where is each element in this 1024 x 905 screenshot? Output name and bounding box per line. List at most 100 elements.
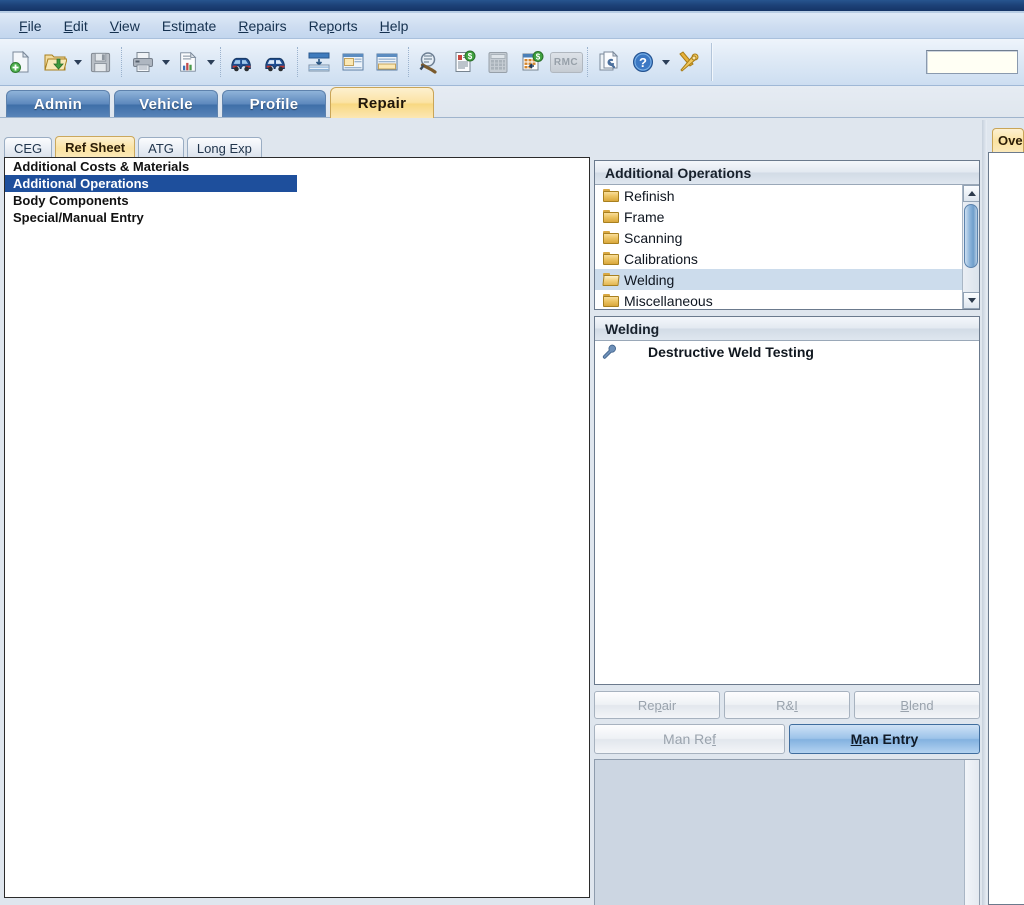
toolbar-separator — [121, 47, 122, 77]
scroll-down-arrow-icon[interactable] — [963, 292, 979, 309]
search-input[interactable] — [926, 50, 1018, 74]
layout-bottom-icon[interactable] — [370, 44, 404, 80]
print-dropdown-arrow[interactable] — [160, 44, 171, 80]
menu-item-repairs[interactable]: Repairs — [227, 16, 297, 36]
folder-icon — [603, 294, 619, 307]
detail-pane-scrollbar[interactable] — [964, 760, 979, 905]
toolbar-separator — [297, 47, 298, 77]
button-man-ref: Man Re f — [594, 724, 785, 754]
operation-item-label: Welding — [624, 271, 675, 288]
welding-panel: Welding Destructive Weld Testing — [594, 316, 980, 685]
menu-bar: File Edit View Estimate Repairs Reports Help — [0, 13, 1024, 39]
application-window: File Edit View Estimate Repairs Reports Help — [0, 0, 1024, 905]
toolbar-separator — [220, 47, 221, 77]
menu-item-edit[interactable]: Edit — [53, 16, 99, 36]
documents-icon[interactable] — [592, 44, 626, 80]
folder-icon — [603, 231, 619, 244]
menu-item-file[interactable]: File — [8, 16, 53, 36]
toolbar-search-container — [926, 49, 1022, 75]
folder-icon — [603, 189, 619, 202]
tab-profile[interactable]: Profile — [222, 90, 326, 118]
operations-rows: Refinish Frame Scanning Calibrations Welding… — [595, 185, 962, 309]
operation-item-refinish[interactable]: Refinish — [595, 185, 962, 206]
tree-item-additional-operations[interactable]: Additional Operations — [5, 175, 297, 192]
content-area: CEG Ref Sheet ATG Long Exp Additional Costs… — [0, 120, 1024, 905]
operation-item-scanning[interactable]: Scanning — [595, 227, 962, 248]
button-blend: Blend — [854, 691, 980, 719]
toolbar-separator — [408, 47, 409, 77]
operations-scrollbar[interactable] — [962, 185, 979, 309]
tree-item-special-manual-entry[interactable]: Special/Manual Entry — [5, 209, 589, 226]
folder-icon — [603, 210, 619, 223]
price-list-icon[interactable]: $ — [447, 44, 481, 80]
print-icon[interactable] — [126, 44, 160, 80]
reference-tree-panel[interactable]: Additional Costs & Materials Additional O… — [4, 157, 590, 898]
manual-entry-buttons: Man Re f Man Entry — [594, 724, 980, 754]
subtab-ref-sheet[interactable]: Ref Sheet — [55, 136, 136, 158]
wrench-icon — [602, 344, 620, 360]
open-folder-icon[interactable] — [38, 44, 72, 80]
subtab-ceg[interactable]: CEG — [4, 137, 53, 158]
new-estimate-icon[interactable] — [4, 44, 38, 80]
menu-item-help[interactable]: Help — [369, 16, 420, 36]
report-dropdown-arrow[interactable] — [205, 44, 216, 80]
vehicle-left-icon[interactable] — [225, 44, 259, 80]
panel-divider[interactable] — [982, 120, 987, 905]
right-column: Additional Operations Refinish Frame Scann… — [594, 160, 980, 905]
button-man-entry[interactable]: Man Entry — [789, 724, 980, 754]
calculator-icon[interactable] — [481, 44, 515, 80]
scroll-up-arrow-icon[interactable] — [963, 185, 979, 202]
subtab-atg[interactable]: ATG — [138, 137, 184, 158]
operation-item-welding[interactable]: Welding — [595, 269, 962, 290]
tab-overview[interactable]: Ove — [992, 128, 1024, 152]
parts-search-icon[interactable] — [413, 44, 447, 80]
sub-tab-bar: CEG Ref Sheet ATG Long Exp — [4, 136, 265, 158]
additional-operations-list[interactable]: Refinish Frame Scanning Calibrations Welding… — [595, 185, 979, 309]
layout-split-icon[interactable] — [302, 44, 336, 80]
title-bar — [0, 0, 1024, 11]
welding-item-label: Destructive Weld Testing — [648, 344, 814, 360]
help-icon[interactable]: ? — [626, 44, 660, 80]
tree-item-body-components[interactable]: Body Components — [5, 192, 589, 209]
tab-repair[interactable]: Repair — [330, 87, 434, 118]
toolbar-separator — [587, 47, 588, 77]
tree-item-additional-costs-materials[interactable]: Additional Costs & Materials — [5, 158, 589, 175]
scrollbar-thumb[interactable] — [964, 204, 978, 268]
operation-item-frame[interactable]: Frame — [595, 206, 962, 227]
operation-item-label: Frame — [624, 208, 665, 225]
operation-item-label: Scanning — [624, 229, 683, 246]
button-repair: Re p air — [594, 691, 720, 719]
help-dropdown-arrow[interactable] — [660, 44, 671, 80]
menu-item-estimate[interactable]: Estimate — [151, 16, 227, 36]
subtab-long-exp[interactable]: Long Exp — [186, 137, 262, 158]
toolbar-divider — [711, 43, 713, 81]
menu-item-reports[interactable]: Reports — [298, 16, 369, 36]
additional-operations-panel: Additional Operations Refinish Frame Scann… — [594, 160, 980, 310]
operation-item-label: Refinish — [624, 187, 675, 204]
tab-vehicle[interactable]: Vehicle — [114, 90, 218, 118]
detail-pane[interactable] — [594, 759, 980, 905]
operation-item-calibrations[interactable]: Calibrations — [595, 248, 962, 269]
vehicle-right-icon[interactable] — [259, 44, 293, 80]
rmc-icon: RMC — [549, 44, 583, 80]
welding-list[interactable]: Destructive Weld Testing — [595, 341, 979, 684]
report-chart-icon[interactable] — [171, 44, 205, 80]
button-r-i: R& I — [724, 691, 850, 719]
svg-text:$: $ — [468, 52, 473, 61]
tools-icon[interactable] — [671, 44, 705, 80]
calendar-price-icon[interactable]: $ — [515, 44, 549, 80]
menu-item-view[interactable]: View — [99, 16, 151, 36]
operation-item-label: Calibrations — [624, 250, 698, 267]
open-dropdown-arrow[interactable] — [72, 44, 83, 80]
main-tab-bar: Admin Vehicle Profile Repair — [0, 86, 1024, 118]
folder-icon — [603, 252, 619, 265]
welding-item[interactable]: Destructive Weld Testing — [595, 341, 979, 363]
save-icon[interactable] — [83, 44, 117, 80]
operation-item-label: Miscellaneous — [624, 292, 713, 309]
operation-item-miscellaneous[interactable]: Miscellaneous — [595, 290, 962, 309]
tab-admin[interactable]: Admin — [6, 90, 110, 118]
additional-operations-title: Additional Operations — [595, 161, 979, 185]
rmc-label: RMC — [549, 51, 583, 73]
welding-title: Welding — [595, 317, 979, 341]
layout-top-icon[interactable] — [336, 44, 370, 80]
